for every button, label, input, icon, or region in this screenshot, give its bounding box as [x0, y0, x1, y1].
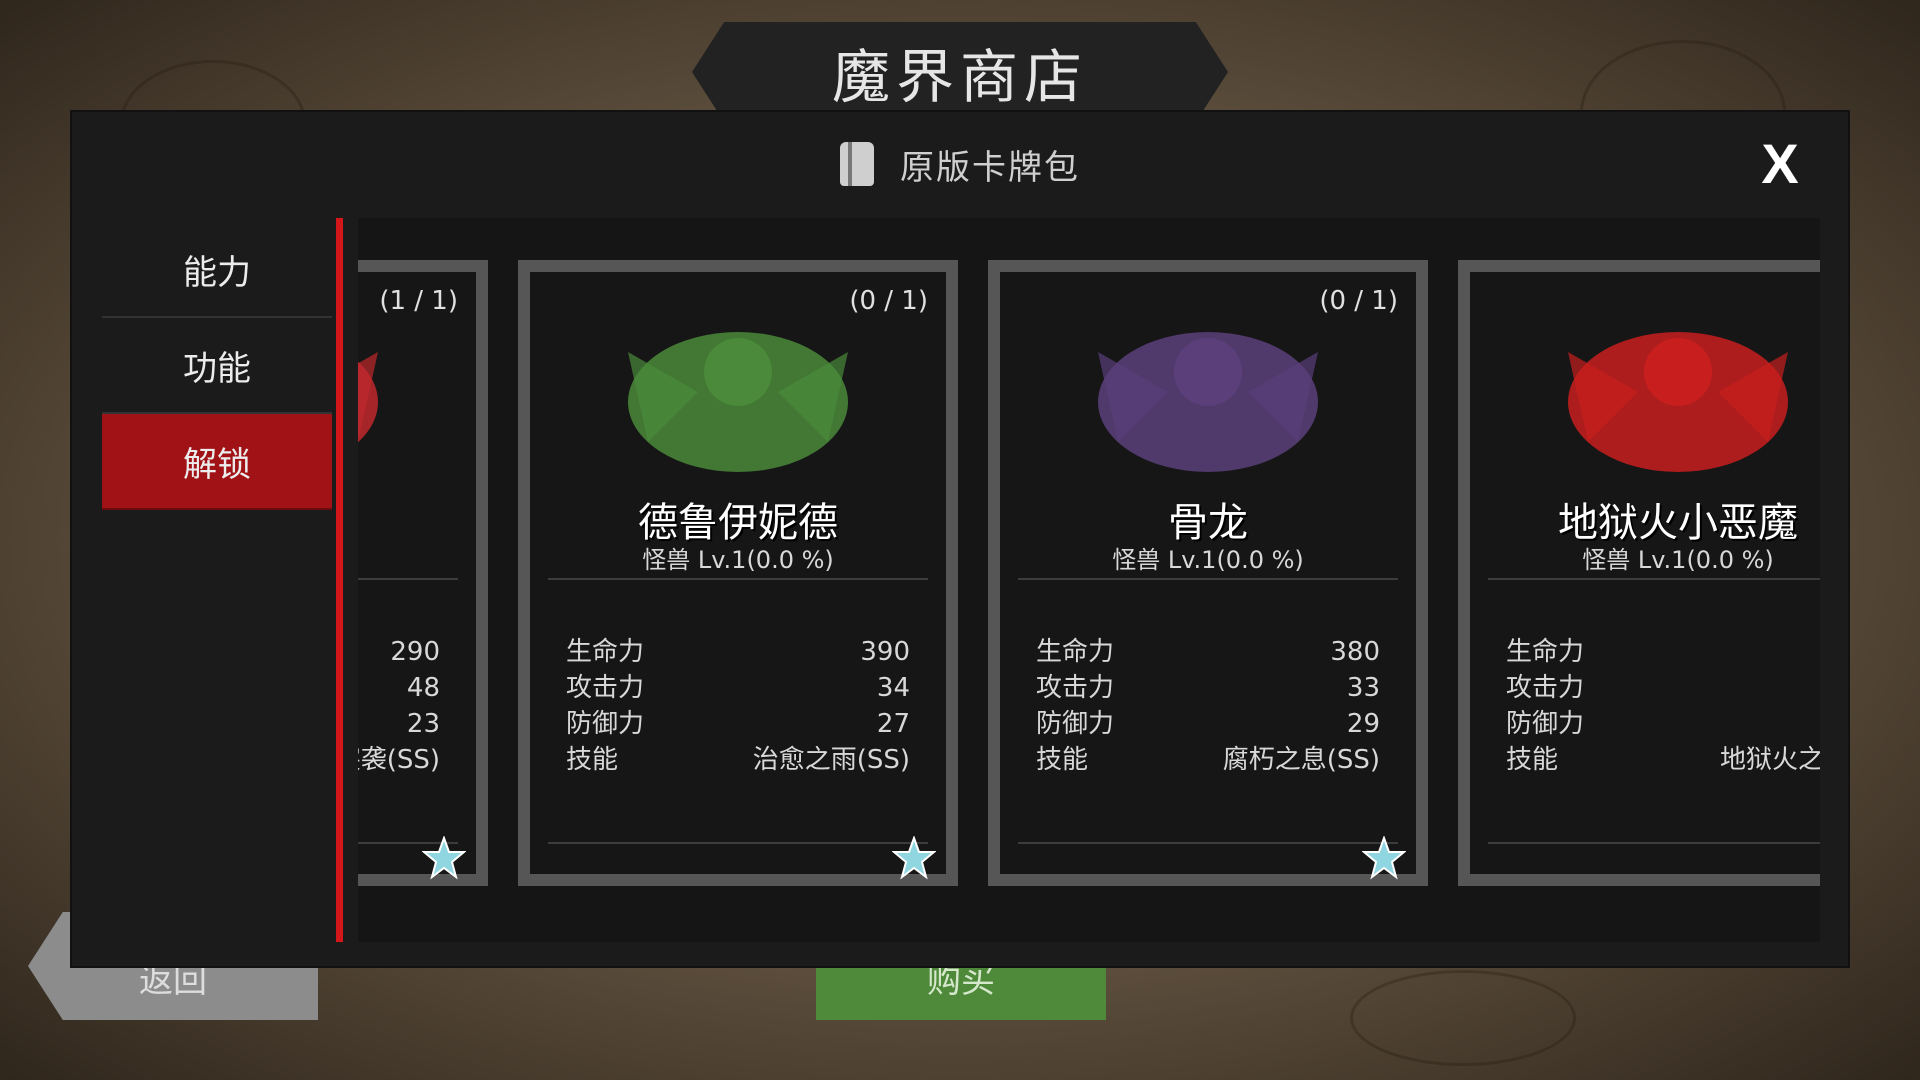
close-button[interactable]: X — [1752, 136, 1808, 192]
stat-row: 技能 腐朽之息(SS) — [1036, 742, 1380, 778]
stat-row: 突袭(SS) — [358, 742, 440, 778]
stat-row: 技能 治愈之雨(SS) — [566, 742, 910, 778]
stat-row: 攻击力 33 — [1036, 670, 1380, 706]
stat-value: 290 — [390, 637, 440, 667]
stat-row: 生命力 390 — [566, 634, 910, 670]
stat-value: 腐朽之息(SS) — [1222, 745, 1380, 775]
card-carousel[interactable]: (1 / 1) %) 290 48 23 — [358, 218, 1820, 942]
shop-title: 魔界商店 — [831, 43, 1088, 111]
stat-label: 生命力 — [1506, 637, 1585, 667]
stat-row: 48 — [358, 670, 440, 706]
shop-title-banner: 魔界商店 — [692, 22, 1228, 122]
monster-card[interactable]: (0 / 1) 骨龙 怪兽 Lv.1(0.0 %) 生命力 380 攻击力 33… — [988, 260, 1428, 886]
blue-star-icon — [891, 835, 937, 880]
stat-label: 技能 — [566, 745, 619, 775]
stat-list: 生命力 390 攻击力 34 防御力 27 技能 治愈之雨(SS) — [566, 634, 910, 778]
stat-row: 290 — [358, 634, 440, 670]
monster-level: 怪兽 Lv.1(0.0 %) — [1582, 546, 1774, 574]
stat-label: 防御力 — [1506, 709, 1585, 739]
panel-header: 原版卡牌包 — [72, 112, 1848, 216]
category-sidebar: 能力 功能 解锁 — [102, 222, 332, 510]
stat-value: 380 — [1330, 637, 1380, 667]
stat-label: 攻击力 — [1506, 673, 1585, 703]
monster-art — [608, 292, 868, 502]
stat-value: 48 — [406, 673, 440, 703]
tab-unlock[interactable]: 解锁 — [102, 414, 332, 510]
stat-value: 390 — [860, 637, 910, 667]
monster-card[interactable]: (0 / 1) 德鲁伊妮德 怪兽 Lv.1(0.0 %) 生命力 390 攻击力… — [518, 260, 958, 886]
monster-card[interactable]: (0 地狱火小恶魔 怪兽 Lv.1(0.0 %) 生命力 1 攻击力 防御力 — [1458, 260, 1820, 886]
stat-label: 技能 — [1036, 745, 1089, 775]
monster-level: 怪兽 Lv.1(0.0 %) — [1112, 546, 1304, 574]
stat-value: 突袭(SS) — [358, 745, 440, 775]
stat-list: 290 48 23 突袭(SS) — [358, 634, 440, 778]
stat-row: 生命力 1 — [1506, 634, 1820, 670]
stat-row: 技能 地狱火之串 — [1506, 742, 1820, 778]
stat-value: 地狱火之串 — [1719, 745, 1820, 775]
owned-count: (0 / 1) — [849, 286, 928, 316]
stat-value: 23 — [406, 709, 440, 739]
stat-row: 23 — [358, 706, 440, 742]
stat-label: 生命力 — [1036, 637, 1115, 667]
blue-star-icon — [1361, 835, 1407, 880]
owned-count: (1 / 1) — [379, 286, 458, 316]
shop-panel: 原版卡牌包 X 能力 功能 解锁 (1 / 1) %) — [72, 112, 1848, 966]
stat-value: 34 — [876, 673, 910, 703]
stat-list: 生命力 380 攻击力 33 防御力 29 技能 腐朽之息(SS) — [1036, 634, 1380, 778]
blue-star-icon — [421, 835, 467, 880]
stat-label: 攻击力 — [1036, 673, 1115, 703]
stat-value: 治愈之雨(SS) — [752, 745, 910, 775]
monster-art — [1078, 292, 1338, 502]
stat-value: 29 — [1346, 709, 1380, 739]
monster-card[interactable]: (1 / 1) %) 290 48 23 — [358, 260, 488, 886]
stat-value: 27 — [876, 709, 910, 739]
card-body: (1 / 1) %) 290 48 23 — [358, 272, 476, 880]
sidebar-divider — [336, 218, 343, 942]
tab-function[interactable]: 功能 — [102, 318, 332, 414]
monster-level: %) — [358, 540, 476, 568]
card-pack-icon — [840, 142, 874, 186]
stat-row: 防御力 29 — [1036, 706, 1380, 742]
stat-row: 防御力 — [1506, 706, 1820, 742]
tab-ability[interactable]: 能力 — [102, 222, 332, 318]
stat-label: 技能 — [1506, 745, 1559, 775]
owned-count: (0 / 1) — [1319, 286, 1398, 316]
pack-label: 原版卡牌包 — [900, 147, 1080, 188]
stat-label: 防御力 — [1036, 709, 1115, 739]
monster-level: 怪兽 Lv.1(0.0 %) — [642, 546, 834, 574]
stat-list: 生命力 1 攻击力 防御力 技能 地狱火之串 — [1506, 634, 1820, 778]
stat-row: 攻击力 34 — [566, 670, 910, 706]
monster-art — [1548, 292, 1808, 502]
stat-label: 生命力 — [566, 637, 645, 667]
stat-row: 攻击力 — [1506, 670, 1820, 706]
monster-art — [358, 292, 398, 502]
card-body: (0 / 1) 德鲁伊妮德 怪兽 Lv.1(0.0 %) 生命力 390 攻击力… — [530, 272, 946, 880]
card-body: (0 / 1) 骨龙 怪兽 Lv.1(0.0 %) 生命力 380 攻击力 33… — [1000, 272, 1416, 880]
stat-value: 33 — [1346, 673, 1380, 703]
card-body: (0 地狱火小恶魔 怪兽 Lv.1(0.0 %) 生命力 1 攻击力 防御力 — [1470, 272, 1820, 874]
stat-row: 生命力 380 — [1036, 634, 1380, 670]
stat-row: 防御力 27 — [566, 706, 910, 742]
stat-label: 攻击力 — [566, 673, 645, 703]
stat-label: 防御力 — [566, 709, 645, 739]
